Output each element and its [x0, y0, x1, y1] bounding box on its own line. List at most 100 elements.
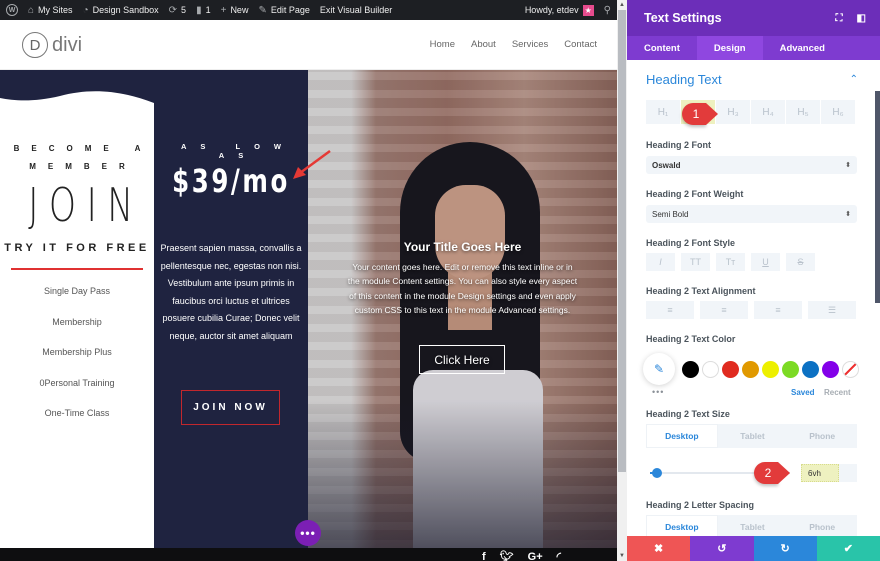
tab-design[interactable]: Design	[696, 36, 763, 60]
save-button[interactable]: ✔	[816, 536, 880, 561]
swatch-orange[interactable]	[742, 361, 759, 378]
logo-text: divi	[52, 33, 83, 56]
scroll-up-icon[interactable]: ▲	[617, 0, 627, 10]
swatch-white[interactable]	[702, 361, 719, 378]
strikethrough-button[interactable]: S	[786, 253, 815, 271]
my-sites-link[interactable]: ⌂ My Sites	[28, 5, 73, 16]
google-plus-icon[interactable]: G+	[528, 548, 543, 561]
scrollbar-thumb[interactable]	[618, 10, 626, 472]
recent-colors-tab[interactable]: Recent	[824, 388, 851, 397]
heading-h6-button[interactable]: H₆	[821, 100, 855, 124]
fullscreen-icon[interactable]: ⛶	[836, 13, 843, 24]
heading-h1-button[interactable]: H₁	[646, 100, 680, 124]
redo-button[interactable]: ↻	[753, 536, 817, 561]
font-select[interactable]: Oswald ⬍	[646, 156, 857, 174]
step-2-badge: 2	[754, 462, 790, 484]
price-heading[interactable]: $39/mo	[166, 162, 297, 200]
swatch-purple[interactable]	[822, 361, 839, 378]
check-icon: ✔	[843, 543, 853, 555]
uppercase-button[interactable]: TT	[681, 253, 710, 271]
underline-button[interactable]: U	[751, 253, 780, 271]
heading-h4-button[interactable]: H₄	[751, 100, 785, 124]
builder-more-button[interactable]: •••	[295, 520, 321, 546]
text-size-input[interactable]: 6vh	[801, 464, 857, 482]
site-header: D divi Home About Services Contact	[0, 20, 617, 70]
discard-button[interactable]: ✖	[627, 536, 691, 561]
panel-actions: ✖ ↺ ↻ ✔	[627, 536, 880, 561]
search-icon[interactable]: ⚲	[604, 5, 611, 16]
wordpress-logo-icon[interactable]: W	[6, 4, 18, 16]
tab-phone[interactable]: Phone	[787, 515, 858, 536]
tab-tablet[interactable]: Tablet	[717, 424, 788, 448]
user-avatar[interactable]: ★	[582, 4, 594, 16]
font-style-label: Heading 2 Font Style	[646, 238, 736, 248]
align-left-icon[interactable]: ≡	[646, 301, 694, 319]
tab-desktop[interactable]: Desktop	[646, 424, 718, 448]
dock-panel-icon[interactable]: ◧	[857, 13, 866, 24]
align-center-icon[interactable]: ≡	[700, 301, 748, 319]
click-here-button[interactable]: Click Here	[419, 345, 505, 374]
tab-desktop[interactable]: Desktop	[646, 515, 718, 536]
chevron-up-icon[interactable]: ⌃	[850, 74, 858, 85]
site-logo[interactable]: D divi	[22, 32, 82, 58]
heading-h3-button[interactable]: H₃	[716, 100, 750, 124]
align-justify-icon[interactable]: ☰	[808, 301, 856, 319]
slider-handle[interactable]	[652, 468, 662, 478]
swatch-black[interactable]	[682, 361, 699, 378]
step-1-badge: 1	[682, 103, 718, 125]
new-label: New	[230, 5, 249, 15]
main-nav: Home About Services Contact	[430, 39, 597, 50]
exit-visual-builder-link[interactable]: Exit Visual Builder	[320, 5, 392, 15]
tab-tablet[interactable]: Tablet	[717, 515, 788, 536]
heading-text-section-toggle[interactable]: Heading Text	[646, 72, 722, 87]
howdy-link[interactable]: Howdy, etdev	[525, 5, 579, 15]
undo-icon: ↺	[717, 543, 727, 555]
page-scrollbar[interactable]: ▲ ▼	[617, 0, 627, 561]
facebook-icon[interactable]: f	[482, 548, 486, 561]
undo-button[interactable]: ↺	[690, 536, 754, 561]
saved-colors-tab[interactable]: Saved	[791, 388, 815, 397]
social-icons: f 🐦︎ G+ ◜	[482, 548, 561, 561]
font-weight-select[interactable]: Semi Bold ⬍	[646, 205, 857, 223]
italic-button[interactable]: I	[646, 253, 675, 271]
font-style-buttons: I TT Tт U S	[646, 253, 815, 271]
new-link[interactable]: + New	[221, 5, 249, 16]
text-size-value[interactable]: 6vh	[801, 464, 839, 482]
comments-link[interactable]: ▮ 1	[196, 5, 211, 16]
panel-scrollbar[interactable]	[875, 91, 880, 303]
text-size-label: Heading 2 Text Size	[646, 409, 730, 419]
badge-pointer	[706, 103, 718, 125]
align-right-icon[interactable]: ≡	[754, 301, 802, 319]
swatch-blue[interactable]	[802, 361, 819, 378]
dashboard-icon: ◔	[82, 4, 89, 16]
join-now-button[interactable]: JOIN NOW	[181, 390, 280, 425]
swatch-yellow[interactable]	[762, 361, 779, 378]
rss-icon[interactable]: ◜	[557, 548, 561, 561]
no-color-swatch[interactable]	[842, 361, 859, 378]
nav-about[interactable]: About	[471, 39, 496, 50]
alignment-buttons: ≡ ≡ ≡ ☰	[646, 301, 856, 319]
swatch-red[interactable]	[722, 361, 739, 378]
eyedropper-icon[interactable]: ✎	[643, 353, 675, 385]
site-footer: f 🐦︎ G+ ◜	[0, 548, 617, 561]
more-colors-icon[interactable]: •••	[652, 387, 664, 397]
updates-link[interactable]: ⟳ 5	[169, 5, 186, 16]
tab-content[interactable]: Content	[627, 36, 697, 60]
logo-mark: D	[22, 32, 48, 58]
nav-home[interactable]: Home	[430, 39, 455, 50]
heading-h5-button[interactable]: H₅	[786, 100, 820, 124]
nav-contact[interactable]: Contact	[564, 39, 597, 50]
pencil-icon: ✎	[258, 4, 267, 16]
tab-advanced[interactable]: Advanced	[763, 36, 842, 60]
edit-page-link[interactable]: ✎ Edit Page	[258, 5, 309, 16]
nav-services[interactable]: Services	[512, 39, 548, 50]
smallcaps-button[interactable]: Tт	[716, 253, 745, 271]
panel-title: Text Settings	[644, 11, 722, 25]
site-name-link[interactable]: ◔ Design Sandbox	[83, 5, 159, 16]
twitter-icon[interactable]: 🐦︎	[500, 548, 514, 561]
select-arrows-icon: ⬍	[845, 162, 851, 169]
service-item: Single Day Pass	[43, 286, 111, 297]
swatch-green[interactable]	[782, 361, 799, 378]
tab-phone[interactable]: Phone	[787, 424, 858, 448]
scroll-down-icon[interactable]: ▼	[617, 551, 627, 561]
